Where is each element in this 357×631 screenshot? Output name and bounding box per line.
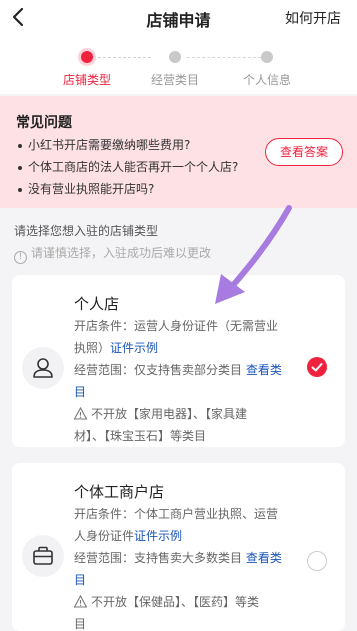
warning-icon (74, 407, 87, 420)
document-example-link[interactable]: 证件示例 (110, 341, 158, 355)
person-icon (33, 358, 53, 378)
store-condition: 开店条件：个体工商户营业执照、运营 人身份证件证件示例 (74, 507, 279, 543)
step-dot-personal-info (261, 51, 273, 63)
step-progress: 店铺类型 经营类目 个人信息 (0, 36, 357, 94)
select-radio-individual-business[interactable] (307, 551, 327, 571)
step-label-store-type: 店铺类型 (62, 73, 111, 87)
info-icon: ! (14, 251, 27, 264)
step-connector (93, 57, 151, 58)
store-restriction: 不开放【家用电器】、【家具建 材】、【珠宝玉石】等类目 (74, 407, 248, 443)
briefcase-icon-bg (22, 535, 64, 577)
store-type-card-personal[interactable]: 个人店 开店条件：运营人身份证件（无需营业 执照）证件示例 经营范围：仅支持售卖… (12, 275, 345, 447)
how-to-open-store-link[interactable]: 如何开店 (285, 8, 341, 28)
step-dot-category (169, 51, 181, 63)
step-dot-store-type (81, 51, 93, 63)
briefcase-icon (33, 546, 53, 565)
faq-title: 常见问题 (16, 115, 72, 131)
faq-item[interactable]: 个体工商店的法人能否再开一个个人店? (18, 158, 238, 175)
caution-hint: ! 请谨慎选择，入驻成功后难以更改 (14, 244, 211, 264)
top-nav-bar: 店铺申请 如何开店 (0, 0, 357, 36)
store-scope: 经营范围：仅支持售卖部分类目 查看类 目 (74, 359, 296, 403)
store-type-title: 个人店 (74, 295, 120, 313)
store-scope: 经营范围：支持售卖大多数类目 查看类 目 (74, 547, 296, 591)
store-condition: 开店条件：运营人身份证件（无需营业 执照）证件示例 (74, 319, 279, 355)
person-icon-bg (22, 347, 64, 389)
select-radio-personal[interactable] (307, 357, 327, 377)
view-answers-button[interactable]: 查看答案 (265, 138, 343, 166)
step-label-personal-info: 个人信息 (242, 73, 291, 87)
select-store-type-hint: 请选择您想入驻的店铺类型 (14, 224, 159, 238)
faq-item[interactable]: 小红书开店需要缴纳哪些费用? (18, 136, 190, 153)
view-category-link-wrap[interactable]: 目 (74, 381, 296, 403)
step-label-category: 经营类目 (150, 73, 199, 87)
warning-icon (74, 595, 87, 608)
view-category-link[interactable]: 查看类 (246, 363, 282, 377)
checkmark-icon (311, 363, 323, 372)
faq-item[interactable]: 没有营业执照能开店吗? (18, 180, 154, 197)
view-category-link-wrap[interactable]: 目 (74, 569, 296, 591)
step-connector (187, 57, 261, 58)
view-category-link[interactable]: 查看类 (246, 551, 282, 565)
store-type-card-individual-business[interactable]: 个体工商户店 开店条件：个体工商户营业执照、运营 人身份证件证件示例 经营范围：… (12, 463, 345, 631)
document-example-link[interactable]: 证件示例 (134, 529, 182, 543)
store-restriction: 不开放【保健品】、【医药】等类 目 (74, 595, 260, 631)
store-type-title: 个体工商户店 (74, 483, 165, 501)
